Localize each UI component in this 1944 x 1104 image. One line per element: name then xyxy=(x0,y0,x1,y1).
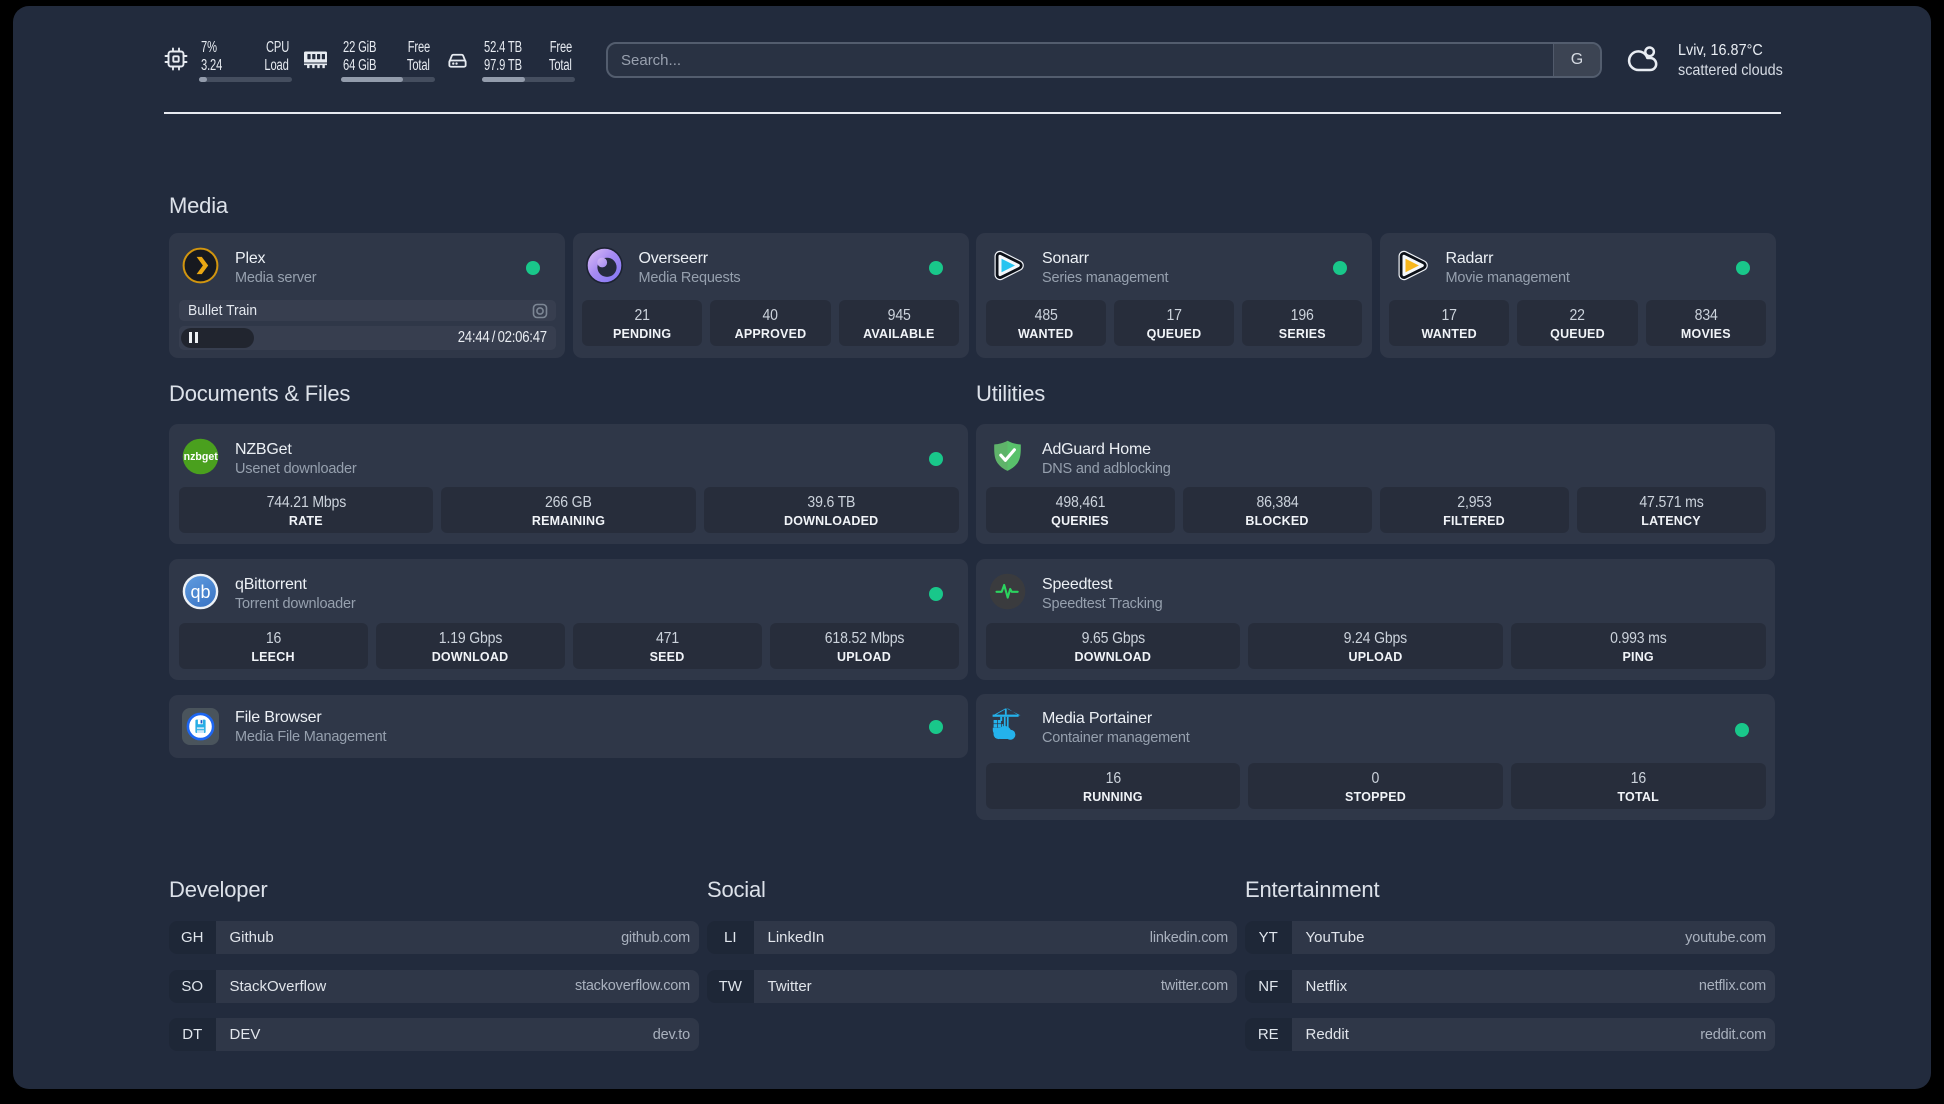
svg-text:qb: qb xyxy=(190,582,210,602)
svg-text:nzbget: nzbget xyxy=(184,451,219,463)
